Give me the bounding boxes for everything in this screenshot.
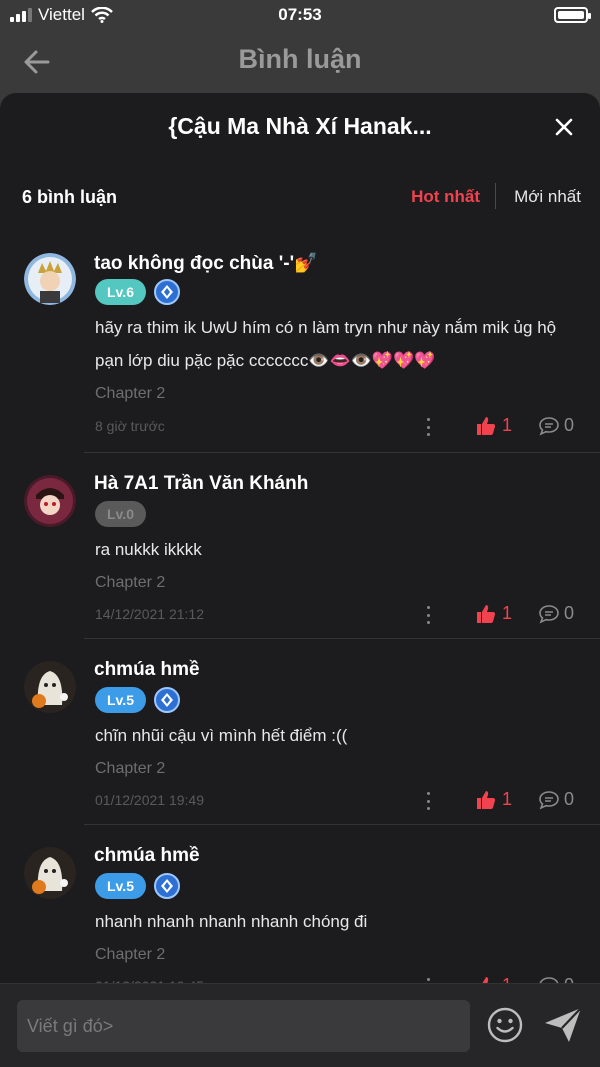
like-button[interactable]: 1 <box>476 789 512 810</box>
tab-divider <box>495 183 496 209</box>
comment-text: nhanh nhanh nhanh nhanh chóng đi <box>95 912 368 931</box>
send-icon <box>545 1007 582 1042</box>
badges: Lv.6 <box>95 279 180 305</box>
smiley-icon <box>487 1007 523 1043</box>
comment-time: 14/12/2021 21:12 <box>95 606 204 622</box>
comments-sheet: {Cậu Ma Nhà Xí Hanak... 6 bình luận Hot … <box>0 93 600 1067</box>
status-bar: Viettel 07:53 <box>0 0 600 32</box>
username[interactable]: chmúa hmề <box>94 845 200 867</box>
chat-bubble-icon <box>539 790 559 810</box>
story-title: {Cậu Ma Nhà Xí Hanak... <box>168 113 432 139</box>
comment-item: Hà 7A1 Trần Văn Khánh Lv.0 ra nukkk ikkk… <box>0 453 600 639</box>
comment-text: chĩn nhũi cậu vì mình hết điểm :(( <box>95 726 348 745</box>
more-options-button[interactable] <box>424 792 432 810</box>
badges: Lv.0 <box>95 501 146 527</box>
like-button[interactable]: 1 <box>476 415 512 436</box>
reply-button[interactable]: 0 <box>538 415 574 436</box>
reply-button[interactable]: 0 <box>538 603 574 624</box>
tab-new[interactable]: Mới nhất <box>514 187 581 207</box>
battery-icon <box>554 7 591 23</box>
like-count: 1 <box>502 789 513 809</box>
comment-text: hãy ra thim ik UwU hím có n làm tryn như… <box>95 318 557 370</box>
shield-icon <box>153 687 180 713</box>
avatar[interactable] <box>24 475 76 527</box>
more-options-button[interactable] <box>424 418 432 436</box>
username[interactable]: chmúa hmề <box>94 659 200 681</box>
username[interactable]: tao không đọc chùa '-'💅 <box>94 251 318 275</box>
username[interactable]: Hà 7A1 Trần Văn Khánh <box>94 473 308 495</box>
like-count: 1 <box>502 415 513 435</box>
filter-row: 6 bình luận Hot nhất Mới nhất <box>0 165 600 231</box>
shield-icon <box>153 279 180 305</box>
level-badge: Lv.5 <box>95 687 146 713</box>
chapter-link[interactable]: Chapter 2 <box>95 385 165 403</box>
shield-icon <box>153 873 180 899</box>
chapter-link[interactable]: Chapter 2 <box>95 760 165 778</box>
chapter-link[interactable]: Chapter 2 <box>95 574 165 592</box>
avatar[interactable] <box>24 847 76 899</box>
emoji-button[interactable] <box>487 1007 523 1043</box>
close-button[interactable] <box>552 115 576 139</box>
comment-item: chmúa hmề Lv.5 chĩn nhũi cậu vì mình hết… <box>0 639 600 825</box>
like-button[interactable]: 1 <box>476 603 512 624</box>
like-count: 1 <box>502 603 513 623</box>
comment-time: 8 giờ trước <box>95 418 165 434</box>
badges: Lv.5 <box>95 873 180 899</box>
comment-time: 01/12/2021 19:49 <box>95 792 204 808</box>
thumbs-up-icon <box>477 604 496 623</box>
more-options-button[interactable] <box>424 606 432 624</box>
chat-bubble-icon <box>539 416 559 436</box>
comment-count: 6 bình luận <box>22 187 118 207</box>
thumbs-up-icon <box>477 416 496 435</box>
comment-text: ra nukkk ikkkk <box>95 540 202 559</box>
reply-count: 0 <box>564 789 575 809</box>
top-bar: Bình luận <box>0 32 600 90</box>
clock: 07:53 <box>278 5 322 24</box>
sheet-header: {Cậu Ma Nhà Xí Hanak... <box>0 93 600 165</box>
reply-count: 0 <box>564 415 575 435</box>
send-button[interactable] <box>543 1006 583 1044</box>
comment-input[interactable] <box>17 1000 470 1052</box>
badges: Lv.5 <box>95 687 180 713</box>
avatar[interactable] <box>24 253 76 305</box>
chapter-link[interactable]: Chapter 2 <box>95 946 165 964</box>
level-badge: Lv.6 <box>95 279 146 305</box>
tab-hot[interactable]: Hot nhất <box>411 187 480 207</box>
close-icon <box>555 118 573 136</box>
reply-count: 0 <box>564 603 575 623</box>
page-title: Bình luận <box>238 44 362 74</box>
chat-bubble-icon <box>539 604 559 624</box>
level-badge: Lv.5 <box>95 873 146 899</box>
level-badge: Lv.0 <box>95 501 146 527</box>
comment-composer <box>0 983 600 1067</box>
reply-button[interactable]: 0 <box>538 789 574 810</box>
avatar[interactable] <box>24 661 76 713</box>
comment-item: tao không đọc chùa '-'💅 Lv.6 hãy ra thim… <box>0 231 600 453</box>
thumbs-up-icon <box>477 790 496 809</box>
